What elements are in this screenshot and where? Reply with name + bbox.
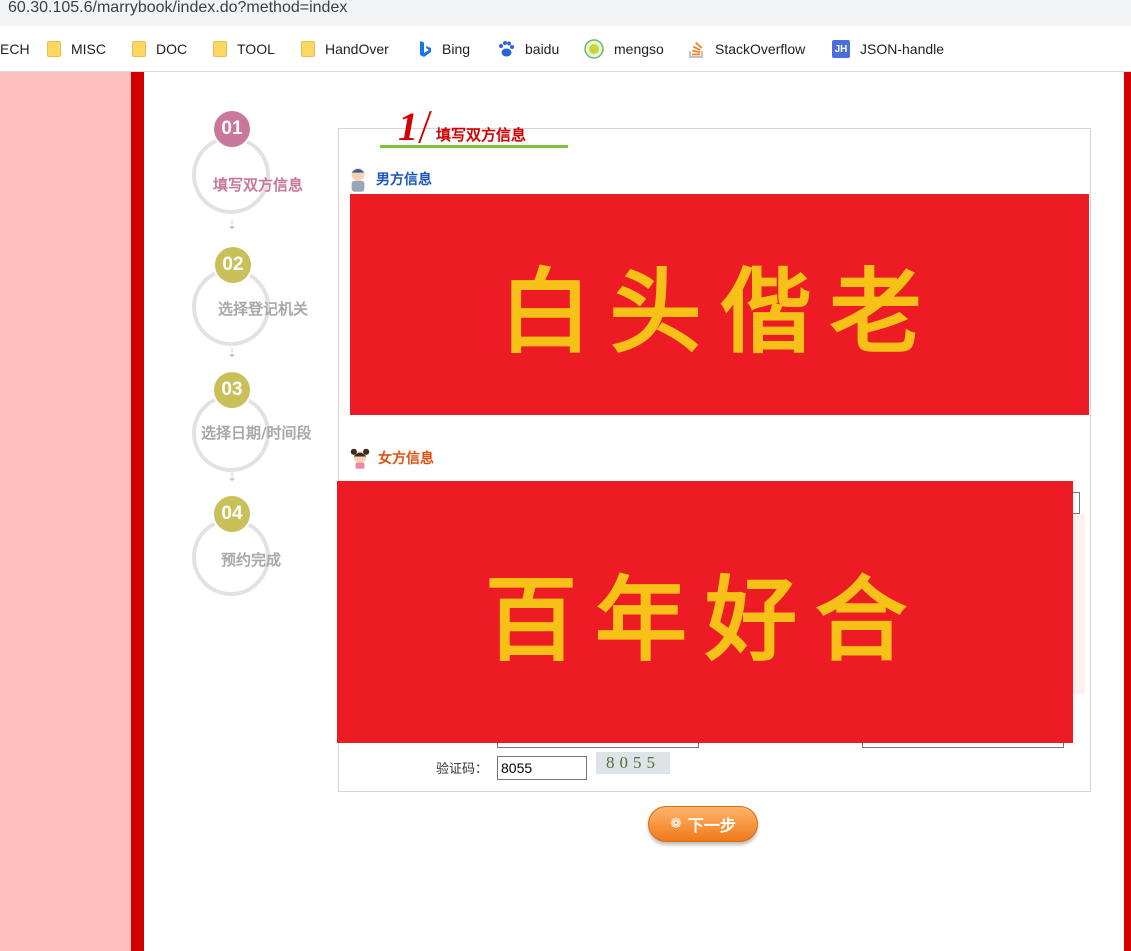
step-number: 03 <box>212 370 252 410</box>
stackoverflow-icon <box>689 42 703 58</box>
bookmark-doc[interactable]: DOC <box>132 39 187 59</box>
step-number: 01 <box>212 109 252 149</box>
female-info-redaction: 百年好合 <box>337 481 1073 743</box>
captcha-image[interactable]: 8055 <box>596 752 670 774</box>
female-avatar-icon <box>350 448 370 469</box>
bookmark-stackoverflow[interactable]: StackOverflow <box>689 39 805 59</box>
bookmark-ech[interactable]: ECH <box>0 39 30 59</box>
folder-icon <box>301 41 315 57</box>
male-section-title: 男方信息 <box>376 172 432 188</box>
bookmark-tool[interactable]: TOOL <box>213 39 275 59</box>
bookmark-handover[interactable]: HandOver <box>301 39 389 59</box>
left-red-border <box>131 72 144 951</box>
bing-icon <box>420 41 431 57</box>
baidu-paw-icon <box>499 41 514 57</box>
bookmark-json-handle[interactable]: JH JSON-handle <box>832 39 944 59</box>
down-arrow-icon: ⇣ <box>227 470 238 484</box>
step-number: 02 <box>213 245 253 285</box>
bookmarks-bar: ECH MISC DOC TOOL HandOver Bing baidu me… <box>0 26 1131 72</box>
url-text: 60.30.105.6/marrybook/index.do?method=in… <box>8 0 348 16</box>
step-label: 选择登记机关 <box>218 300 309 318</box>
flower-icon: ❁ <box>670 816 682 832</box>
tab-slash <box>418 111 432 143</box>
jh-icon: JH <box>832 40 850 58</box>
step-number: 04 <box>212 494 252 534</box>
step-label: 预约完成 <box>221 551 282 569</box>
female-section-title: 女方信息 <box>378 451 434 467</box>
down-arrow-icon: ⇣ <box>227 346 238 360</box>
captcha-input[interactable] <box>497 756 587 780</box>
female-redaction-text: 百年好合 <box>484 565 925 674</box>
male-section-header: 男方信息 <box>348 166 432 192</box>
address-bar[interactable]: 60.30.105.6/marrybook/index.do?method=in… <box>0 0 1131 26</box>
tab-title: 填写双方信息 <box>436 126 527 144</box>
female-section-header: 女方信息 <box>350 445 434 471</box>
bookmark-bing[interactable]: Bing <box>418 39 470 59</box>
next-step-button[interactable]: ❁ 下一步 <box>648 806 758 842</box>
bookmark-misc[interactable]: MISC <box>47 39 106 59</box>
left-pink-margin <box>0 72 131 951</box>
female-form-background <box>1072 514 1085 694</box>
bookmark-mengso[interactable]: mengso <box>584 39 664 59</box>
male-redaction-text: 白头偕老 <box>499 258 940 366</box>
bookmark-baidu[interactable]: baidu <box>497 39 559 59</box>
mengso-icon <box>584 39 604 59</box>
captcha-label: 验证码： <box>436 762 489 777</box>
right-red-border <box>1124 72 1131 951</box>
step-label: 选择日期/时间段 <box>201 424 312 442</box>
step-label: 填写双方信息 <box>213 176 304 194</box>
form-tab: 1 填写双方信息 <box>380 103 568 149</box>
folder-icon <box>213 41 227 57</box>
down-arrow-icon: ⇣ <box>227 218 238 232</box>
folder-icon <box>132 41 146 57</box>
tab-number: 1 <box>398 104 418 149</box>
folder-icon <box>47 41 61 57</box>
male-avatar-icon <box>351 168 365 192</box>
male-info-redaction: 白头偕老 <box>350 194 1089 415</box>
next-step-label: 下一步 <box>687 816 736 835</box>
